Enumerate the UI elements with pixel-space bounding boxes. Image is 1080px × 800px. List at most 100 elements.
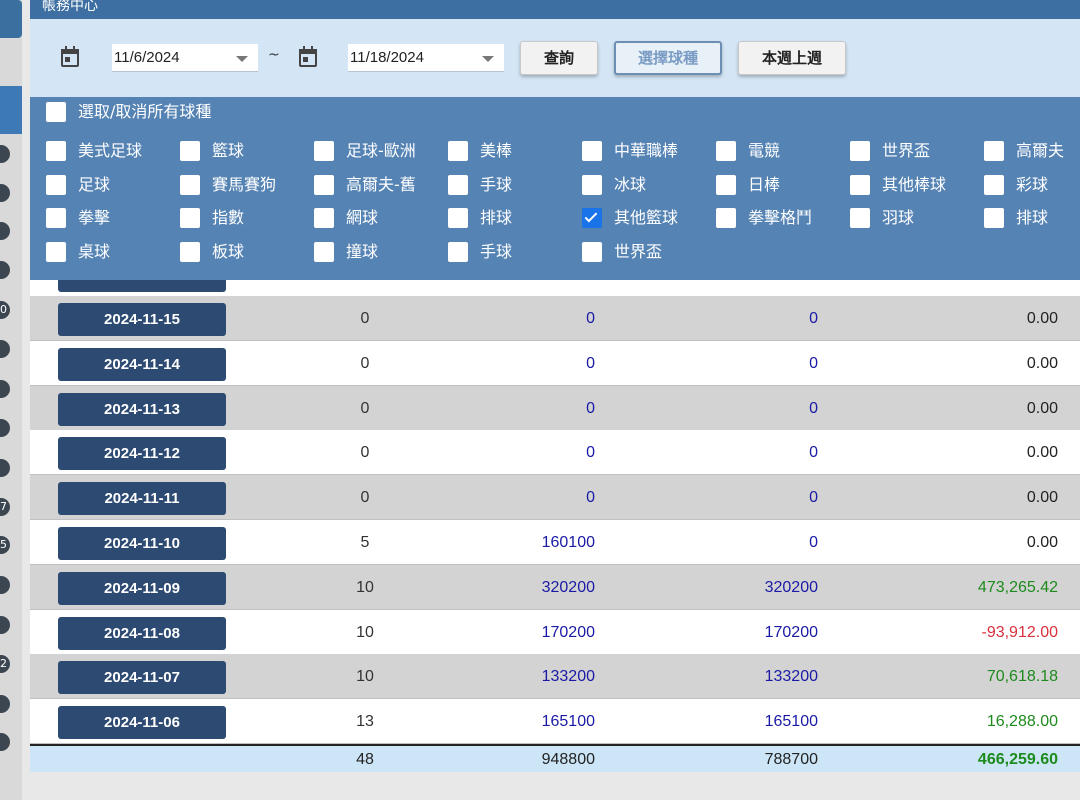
calendar-icon[interactable] (298, 46, 318, 68)
bet-count: 13 (356, 713, 374, 731)
checkbox-empty-icon[interactable] (314, 208, 334, 228)
checkbox-empty-icon[interactable] (984, 141, 1004, 161)
checkbox-empty-icon[interactable] (850, 208, 870, 228)
checkbox-empty-icon[interactable] (314, 242, 334, 262)
checkbox-empty-icon[interactable] (180, 175, 200, 195)
sport-checkbox-label: 彩球 (1016, 175, 1049, 194)
sidebar-top-button[interactable] (0, 0, 22, 38)
valid-amount-link[interactable]: 320200 (650, 565, 818, 610)
date-button[interactable]: 2024-11-07 (58, 661, 226, 695)
sidebar-badge[interactable]: 0 (0, 301, 10, 319)
checkbox-empty-icon[interactable] (716, 208, 736, 228)
checkbox-empty-icon[interactable] (314, 175, 334, 195)
bet-amount-link[interactable]: 170200 (430, 610, 595, 655)
sidebar-dot-icon[interactable] (0, 145, 10, 163)
valid-amount-link[interactable]: 0 (650, 386, 818, 431)
table-row: 2024-11-15 0 0 0 0.00 (30, 296, 1080, 341)
date-button-partial[interactable] (58, 280, 226, 292)
bet-amount-link[interactable]: 0 (430, 341, 595, 386)
date-button[interactable]: 2024-11-11 (58, 482, 226, 516)
bet-amount-link[interactable]: 0 (430, 430, 595, 475)
table-row: 2024-11-12 0 0 0 0.00 (30, 430, 1080, 476)
checkbox-empty-icon[interactable] (314, 141, 334, 161)
select-sport-button[interactable]: 選擇球種 (614, 41, 722, 75)
totals-row: 48 948800 788700 466,259.60 (30, 744, 1080, 772)
total-valid-amount: 788700 (764, 751, 818, 768)
date-button[interactable]: 2024-11-13 (58, 392, 226, 426)
checkbox-empty-icon[interactable] (448, 175, 468, 195)
valid-amount-link[interactable]: 0 (650, 475, 818, 520)
sidebar-dot-icon[interactable] (0, 380, 10, 398)
sidebar-dot-icon[interactable] (0, 184, 10, 202)
valid-amount-link[interactable]: 170200 (650, 610, 818, 655)
checkbox-empty-icon[interactable] (850, 141, 870, 161)
bet-amount-link[interactable]: 160100 (430, 520, 595, 565)
sport-checkbox-label: 世界盃 (882, 141, 931, 160)
checkbox-empty-icon[interactable] (448, 141, 468, 161)
checkbox-empty-icon[interactable] (716, 175, 736, 195)
date-button[interactable]: 2024-11-15 (58, 303, 226, 336)
sport-checkbox-label: 排球 (480, 208, 513, 227)
sidebar-dot-icon[interactable] (0, 261, 10, 279)
bet-amount-link[interactable]: 0 (430, 475, 595, 520)
checkbox-empty-icon[interactable] (582, 242, 602, 262)
sidebar-active-item[interactable] (0, 86, 22, 134)
calendar-icon[interactable] (60, 46, 80, 68)
sidebar-dot-icon[interactable] (0, 733, 10, 751)
query-button[interactable]: 查詢 (520, 41, 598, 75)
sidebar-dot-icon[interactable] (0, 222, 10, 240)
checkbox-empty-icon[interactable] (582, 175, 602, 195)
table-row: 2024-11-11 0 0 0 0.00 (30, 475, 1080, 521)
bet-amount-link[interactable]: 0 (430, 296, 595, 341)
date-button[interactable]: 2024-11-08 (58, 616, 226, 650)
bet-amount-link[interactable]: 133200 (430, 654, 595, 699)
sidebar-badge[interactable]: 5 (0, 536, 10, 554)
valid-amount-link[interactable]: 133200 (650, 654, 818, 699)
checkbox-empty-icon[interactable] (582, 141, 602, 161)
checkbox-empty-icon[interactable] (180, 208, 200, 228)
date-button[interactable]: 2024-11-06 (58, 706, 226, 740)
sidebar-badge[interactable]: 7 (0, 498, 10, 516)
result-amount: 16,288.00 (986, 713, 1058, 731)
start-date-input[interactable]: 11/6/2024 (112, 44, 258, 72)
bet-amount-link[interactable]: 320200 (430, 565, 595, 610)
valid-amount-link[interactable]: 0 (650, 341, 818, 386)
date-button[interactable]: 2024-11-14 (58, 347, 226, 381)
sport-checkbox-label: 冰球 (614, 175, 647, 194)
date-range-separator: ~ (268, 47, 280, 63)
valid-amount-link[interactable]: 0 (650, 520, 818, 565)
chevron-down-icon[interactable] (482, 56, 494, 62)
sidebar-dot-icon[interactable] (0, 695, 10, 713)
valid-amount-link[interactable]: 165100 (650, 699, 818, 744)
checkbox-checked-icon[interactable] (582, 208, 602, 228)
date-button[interactable]: 2024-11-10 (58, 527, 226, 560)
checkbox-empty-icon[interactable] (180, 141, 200, 161)
end-date-input[interactable]: 11/18/2024 (348, 44, 504, 72)
checkbox-empty-icon[interactable] (850, 175, 870, 195)
sidebar-dot-icon[interactable] (0, 576, 10, 594)
checkbox-empty-icon[interactable] (180, 242, 200, 262)
checkbox-empty-icon[interactable] (46, 242, 66, 262)
checkbox-empty-icon[interactable] (716, 141, 736, 161)
sport-selection-panel: 選取/取消所有球種 美式足球 籃球 足球-歐洲 美棒 中華職棒 電競 世界盃 高爾夫 足球 賽馬賽… (30, 97, 1080, 280)
sidebar-dot-icon[interactable] (0, 340, 10, 358)
sidebar-dot-icon[interactable] (0, 419, 10, 437)
checkbox-empty-icon[interactable] (984, 208, 1004, 228)
date-button[interactable]: 2024-11-12 (58, 437, 226, 471)
checkbox-empty-icon[interactable] (448, 208, 468, 228)
chevron-down-icon[interactable] (236, 56, 248, 62)
this-week-last-week-button[interactable]: 本週上週 (738, 41, 846, 75)
checkbox-empty-icon[interactable] (46, 175, 66, 195)
valid-amount-link[interactable]: 0 (650, 430, 818, 475)
checkbox-empty-icon[interactable] (46, 141, 66, 161)
checkbox-empty-icon[interactable] (984, 175, 1004, 195)
sidebar-dot-icon[interactable] (0, 459, 10, 477)
valid-amount-link[interactable]: 0 (650, 296, 818, 341)
bet-amount-link[interactable]: 0 (430, 386, 595, 431)
date-button[interactable]: 2024-11-09 (58, 571, 226, 605)
sidebar-badge[interactable]: 2 (0, 655, 10, 673)
bet-amount-link[interactable]: 165100 (430, 699, 595, 744)
checkbox-empty-icon[interactable] (46, 208, 66, 228)
checkbox-empty-icon[interactable] (448, 242, 468, 262)
sidebar-dot-icon[interactable] (0, 616, 10, 634)
